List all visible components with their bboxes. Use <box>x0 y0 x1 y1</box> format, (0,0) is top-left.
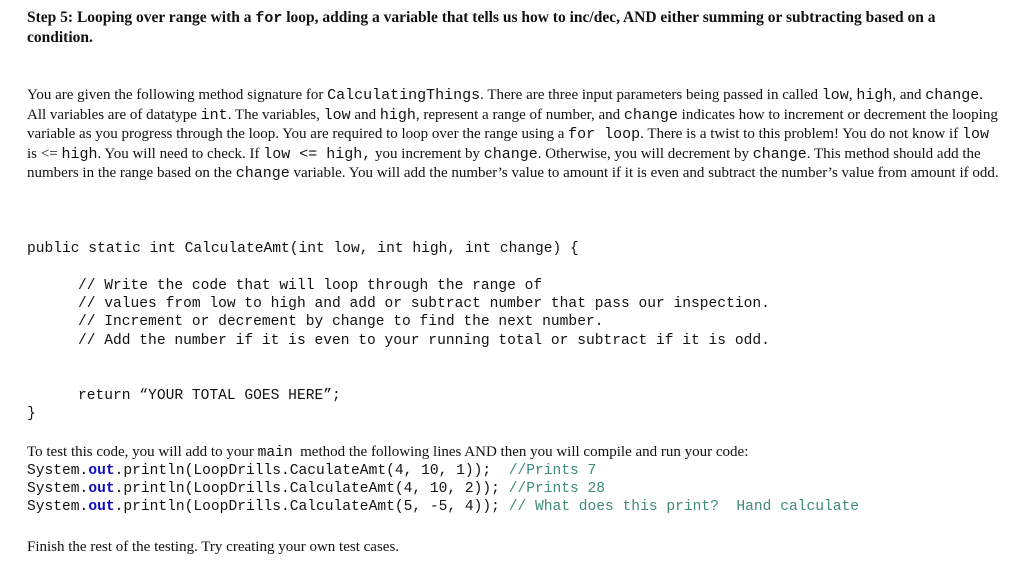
para-text: variable. You will add the number’s valu… <box>289 165 999 181</box>
instructions-paragraph: You are given the following method signa… <box>27 86 1002 184</box>
code-comment-line: // values from low to high and add or su… <box>78 296 770 313</box>
para-code: change <box>925 87 980 104</box>
code-comments: // Write the code that will loop through… <box>78 277 770 350</box>
intro-text: method the following lines AND then you … <box>292 444 749 460</box>
code-text: .println(LoopDrills.CalculateAmt(5, -5, … <box>114 499 509 516</box>
code-text: System. <box>27 499 89 516</box>
para-code: high <box>61 145 98 163</box>
finish-instructions: Finish the rest of the testing. Try crea… <box>27 539 400 555</box>
closing-brace: } <box>27 406 36 422</box>
para-code: low <= high, <box>263 145 372 163</box>
code-comment-line: // Increment or decrement by change to f… <box>78 314 604 331</box>
para-code: low <box>961 126 989 143</box>
para-text: , represent a range of number, and <box>415 106 624 123</box>
code-text: .println(LoopDrills.CaculateAmt(4, 10, 1… <box>114 463 509 479</box>
heading-code-for: for <box>255 10 283 27</box>
keyword-out: out <box>88 499 115 516</box>
para-text: . The variables, <box>227 106 324 123</box>
para-code: low <box>821 87 849 104</box>
para-code: high <box>856 87 893 104</box>
para-text: . There is a twist to this problem! You … <box>640 126 962 142</box>
para-code: high <box>379 106 416 124</box>
test-line: System.out.println(LoopDrills.CaculateAm… <box>27 462 859 480</box>
test-line: System.out.println(LoopDrills.CalculateA… <box>27 498 859 516</box>
method-signature: public static int CalculateAmt(int low, … <box>27 241 579 257</box>
keyword-out: out <box>88 463 115 479</box>
code-text: .println(LoopDrills.CalculateAmt(4, 10, … <box>114 481 509 498</box>
para-text: is <= <box>27 145 62 162</box>
test-code-block: System.out.println(LoopDrills.CaculateAm… <box>27 462 859 517</box>
para-code: low <box>323 106 351 124</box>
test-line: System.out.println(LoopDrills.CalculateA… <box>27 480 859 498</box>
intro-code-main: main <box>257 445 293 461</box>
para-text: You are given the following method signa… <box>27 87 328 103</box>
para-code: int <box>200 106 228 124</box>
code-comment: //Prints 7 <box>508 463 597 479</box>
keyword-out: out <box>88 481 115 498</box>
para-code: change <box>623 106 678 124</box>
para-text: . Otherwise, you will decrement by <box>537 145 753 162</box>
code-comment: // What does this print? Hand calculate <box>508 499 860 516</box>
para-code: CalculatingThings <box>327 87 481 104</box>
para-text: , and <box>892 87 926 103</box>
code-comment: //Prints 28 <box>508 481 606 498</box>
para-code: for loop <box>568 126 641 143</box>
intro-text: To test this code, you will add to your <box>27 444 258 460</box>
return-statement: return “YOUR TOTAL GOES HERE”; <box>78 388 341 404</box>
testing-intro: To test this code, you will add to your … <box>27 443 748 463</box>
heading-text-1: Step 5: Looping over range with a <box>27 9 256 26</box>
para-text: . You will need to check. If <box>97 145 264 162</box>
code-comment-line: // Write the code that will loop through… <box>78 278 543 294</box>
code-text: System. <box>27 481 89 498</box>
para-code: change <box>752 145 807 163</box>
para-text: . There are three input parameters being… <box>480 87 822 103</box>
para-code: change <box>235 165 290 182</box>
code-text: System. <box>27 463 89 479</box>
para-text: and <box>350 106 380 123</box>
code-comment-line: // Add the number if it is even to your … <box>78 332 770 349</box>
para-code: change <box>483 145 538 163</box>
step-heading: Step 5: Looping over range with a for lo… <box>27 8 1002 47</box>
para-text: you increment by <box>371 145 484 162</box>
